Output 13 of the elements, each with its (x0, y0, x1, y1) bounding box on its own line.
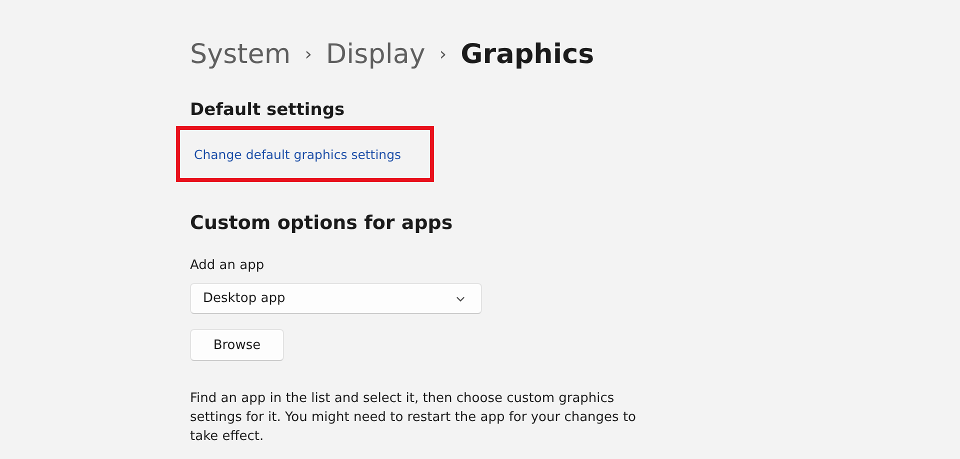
chevron-down-icon (456, 296, 465, 302)
description-text: Find an app in the list and select it, then choose custom graphics settings for it. You might need to restart the app for your changes to take effect. (190, 390, 637, 446)
section-heading: Default settings (190, 100, 346, 120)
section-heading: Custom options for apps (190, 212, 454, 234)
app-type-dropdown[interactable]: Desktop app (190, 283, 482, 314)
browse-button[interactable]: Browse (190, 329, 284, 361)
settings-link[interactable]: Change default graphics settings (194, 146, 402, 162)
breadcrumb-separator: › (439, 44, 447, 64)
breadcrumb-item: Graphics (460, 38, 594, 70)
breadcrumb-item[interactable]: System (190, 38, 291, 70)
breadcrumb-separator: › (304, 44, 312, 64)
field-label: Add an app (190, 258, 266, 273)
breadcrumb-item[interactable]: Display (326, 38, 426, 70)
